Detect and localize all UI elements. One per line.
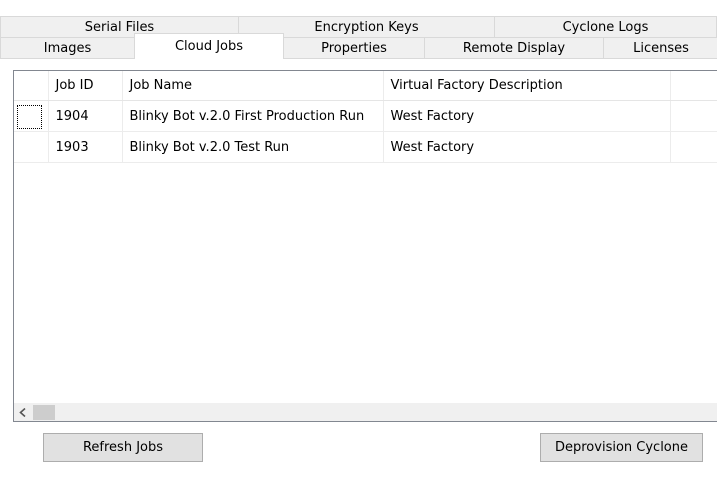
tab-row-back: Serial Files Encryption Keys Cyclone Log… bbox=[0, 16, 717, 37]
button-label: Refresh Jobs bbox=[82, 440, 164, 455]
tab-licenses[interactable]: Licenses bbox=[603, 37, 717, 58]
cell-job-name[interactable]: Blinky Bot v.2.0 Test Run bbox=[122, 131, 384, 163]
tab-label: Licenses bbox=[633, 40, 689, 56]
cloud-jobs-panel: Job ID Job Name Virtual Factory Descript… bbox=[0, 58, 717, 483]
focus-rectangle bbox=[17, 105, 42, 129]
tab-properties[interactable]: Properties bbox=[283, 37, 425, 58]
cell-factory-description[interactable]: West Factory bbox=[383, 100, 671, 132]
tab-label: Images bbox=[43, 40, 92, 56]
button-label: Deprovision Cyclone bbox=[554, 440, 688, 455]
tab-cloud-jobs[interactable]: Cloud Jobs bbox=[134, 33, 284, 59]
cell-job-id[interactable]: 1904 bbox=[48, 100, 123, 132]
tab-label: Cloud Jobs bbox=[174, 39, 244, 54]
column-header-job-id[interactable]: Job ID bbox=[48, 71, 123, 101]
cell-filler bbox=[670, 131, 717, 163]
column-header-factory-description[interactable]: Virtual Factory Description bbox=[383, 71, 671, 101]
tab-cyclone-logs[interactable]: Cyclone Logs bbox=[494, 16, 717, 37]
refresh-jobs-button[interactable]: Refresh Jobs bbox=[43, 433, 203, 462]
tab-images[interactable]: Images bbox=[0, 37, 135, 58]
jobs-table: Job ID Job Name Virtual Factory Descript… bbox=[14, 71, 717, 163]
row-header-corner bbox=[14, 71, 49, 101]
scrollbar-thumb[interactable] bbox=[33, 405, 55, 420]
tab-label: Encryption Keys bbox=[314, 19, 419, 35]
cell-filler bbox=[670, 100, 717, 132]
cell-job-id[interactable]: 1903 bbox=[48, 131, 123, 163]
chevron-left-icon[interactable] bbox=[14, 404, 31, 421]
table-header-row: Job ID Job Name Virtual Factory Descript… bbox=[14, 71, 717, 101]
chevron-left-icon-glyph bbox=[18, 408, 26, 417]
table-row[interactable]: 1903 Blinky Bot v.2.0 Test Run West Fact… bbox=[14, 131, 717, 163]
row-header[interactable] bbox=[14, 131, 49, 163]
column-header-filler bbox=[670, 71, 717, 101]
tab-remote-display[interactable]: Remote Display bbox=[424, 37, 604, 58]
cell-job-name[interactable]: Blinky Bot v.2.0 First Production Run bbox=[122, 100, 384, 132]
table-row[interactable]: 1904 Blinky Bot v.2.0 First Production R… bbox=[14, 100, 717, 132]
jobs-grid[interactable]: Job ID Job Name Virtual Factory Descript… bbox=[13, 70, 717, 422]
tab-label: Remote Display bbox=[462, 40, 566, 56]
deprovision-cyclone-button[interactable]: Deprovision Cyclone bbox=[540, 433, 703, 462]
tab-row-front: Images Cloud Jobs Properties Remote Disp… bbox=[0, 33, 717, 59]
tab-label: Properties bbox=[321, 40, 387, 56]
horizontal-scrollbar[interactable] bbox=[14, 403, 717, 421]
row-header[interactable] bbox=[14, 100, 49, 132]
column-header-job-name[interactable]: Job Name bbox=[122, 71, 384, 101]
tab-label: Cyclone Logs bbox=[562, 19, 649, 35]
cell-factory-description[interactable]: West Factory bbox=[383, 131, 671, 163]
